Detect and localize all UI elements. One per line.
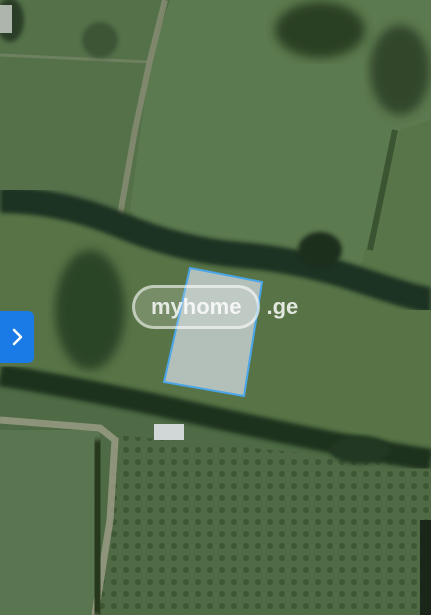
- chevron-right-icon: [12, 328, 23, 346]
- watermark: myhome .ge: [132, 284, 302, 330]
- satellite-map[interactable]: myhome .ge: [0, 0, 431, 615]
- watermark-domain: .ge: [266, 294, 299, 319]
- watermark-logo: myhome: [132, 285, 261, 329]
- next-image-button[interactable]: [0, 311, 34, 363]
